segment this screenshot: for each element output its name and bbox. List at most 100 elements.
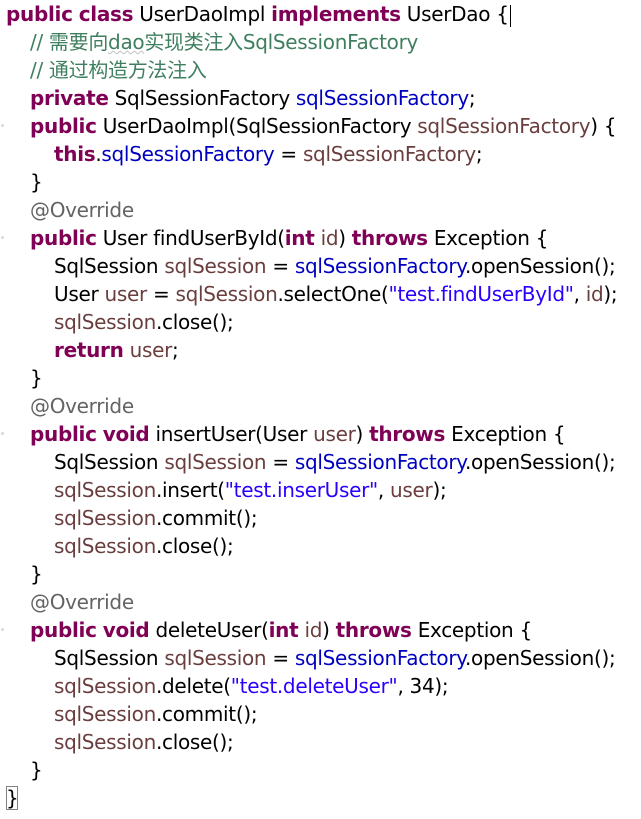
- code-token: .openSession();: [464, 254, 616, 278]
- code-token: sqlSession: [175, 282, 278, 306]
- code-token: ): [338, 226, 352, 250]
- code-token: "test.deleteUser": [230, 674, 398, 698]
- code-line[interactable]: public class UserDaoImpl implements User…: [0, 0, 511, 28]
- code-line[interactable]: }: [0, 364, 43, 392]
- code-token: public: [6, 2, 73, 26]
- code-line[interactable]: public void deleteUser(int id) throws Ex…: [0, 616, 532, 644]
- code-token: // 通过构造方法注入: [30, 58, 207, 82]
- code-token: sqlSession: [54, 478, 156, 502]
- gutter-marker-icon: [1, 628, 4, 631]
- code-line[interactable]: SqlSession sqlSession = sqlSessionFactor…: [0, 252, 616, 280]
- code-token: dao: [108, 30, 145, 54]
- code-line[interactable]: sqlSession.close();: [0, 308, 234, 336]
- code-line[interactable]: }: [0, 756, 43, 784]
- code-token: }: [30, 170, 43, 194]
- code-token: sqlSessionFactory: [417, 114, 591, 138]
- code-line[interactable]: User user = sqlSession.selectOne("test.f…: [0, 280, 618, 308]
- code-line[interactable]: sqlSession.commit();: [0, 700, 258, 728]
- code-line[interactable]: SqlSession sqlSession = sqlSessionFactor…: [0, 448, 616, 476]
- code-token: sqlSessionFactory: [302, 142, 476, 166]
- code-line[interactable]: // 通过构造方法注入: [0, 56, 207, 84]
- code-token: UserDaoImpl: [133, 2, 272, 26]
- code-token: SqlSessionFactory: [108, 86, 296, 110]
- code-token: .openSession();: [464, 646, 616, 670]
- code-token: public: [30, 422, 97, 446]
- code-token: void: [102, 618, 150, 642]
- code-token: deleteUser(: [149, 618, 269, 642]
- code-token: Exception {: [445, 422, 566, 446]
- code-token: SqlSession: [54, 254, 165, 278]
- code-line[interactable]: sqlSession.delete("test.deleteUser", 34)…: [0, 672, 449, 700]
- code-token: ;: [475, 142, 483, 166]
- code-token: @Override: [30, 394, 134, 418]
- code-line[interactable]: SqlSession sqlSession = sqlSessionFactor…: [0, 644, 616, 672]
- code-line[interactable]: @Override: [0, 392, 134, 420]
- code-token: class: [78, 2, 134, 26]
- code-token: =: [266, 450, 295, 474]
- code-token: public: [30, 226, 97, 250]
- code-token: }: [30, 562, 43, 586]
- gutter-marker-icon: [1, 124, 4, 127]
- code-token: sqlSession: [54, 674, 156, 698]
- code-line[interactable]: private SqlSessionFactory sqlSessionFact…: [0, 84, 476, 112]
- code-token: throws: [351, 226, 428, 250]
- code-token: sqlSession: [54, 702, 156, 726]
- code-token: sqlSession: [54, 310, 156, 334]
- code-line[interactable]: }: [0, 784, 19, 812]
- code-token: public: [30, 114, 97, 138]
- code-token: sqlSession: [164, 450, 267, 474]
- code-token: .close();: [155, 310, 234, 334]
- code-line[interactable]: public UserDaoImpl(SqlSessionFactory sql…: [0, 112, 617, 140]
- code-editor[interactable]: public class UserDaoImpl implements User…: [0, 0, 641, 819]
- code-token: SqlSession: [54, 646, 165, 670]
- code-token: ,: [377, 478, 391, 502]
- code-token: Exception {: [411, 618, 533, 642]
- code-token: UserDaoImpl(SqlSessionFactory: [96, 114, 418, 138]
- code-token: .close();: [155, 534, 234, 558]
- code-line[interactable]: sqlSession.close();: [0, 532, 234, 560]
- code-token: .commit();: [155, 506, 258, 530]
- code-token: sqlSession: [54, 534, 156, 558]
- code-token: implements: [271, 2, 401, 26]
- code-token: user: [313, 422, 356, 446]
- code-line[interactable]: public User findUserById(int id) throws …: [0, 224, 548, 252]
- code-token: id: [304, 618, 323, 642]
- code-token: @Override: [30, 590, 134, 614]
- code-token: sqlSessionFactory: [295, 86, 469, 110]
- code-line[interactable]: // 需要向dao实现类注入SqlSessionFactory: [0, 28, 418, 56]
- code-line[interactable]: sqlSession.close();: [0, 728, 234, 756]
- code-token: );: [603, 282, 618, 306]
- code-token: ;: [172, 338, 179, 362]
- code-line[interactable]: }: [0, 168, 43, 196]
- code-line[interactable]: this.sqlSessionFactory = sqlSessionFacto…: [0, 140, 483, 168]
- code-token: sqlSessionFactory: [294, 646, 465, 670]
- code-token: SqlSession: [54, 450, 165, 474]
- code-token: void: [102, 422, 150, 446]
- code-line[interactable]: @Override: [0, 588, 134, 616]
- code-token: public: [30, 618, 97, 642]
- code-token: }: [30, 758, 43, 782]
- code-token: int: [268, 618, 299, 642]
- code-line[interactable]: public void insertUser(User user) throws…: [0, 420, 566, 448]
- code-token: @Override: [30, 198, 134, 222]
- code-token: sqlSessionFactory: [101, 142, 275, 166]
- code-line[interactable]: @Override: [0, 196, 134, 224]
- code-token: user: [390, 478, 433, 502]
- code-token: =: [266, 254, 295, 278]
- code-line[interactable]: sqlSession.insert("test.inserUser", user…: [0, 476, 447, 504]
- gutter-marker-icon: [1, 432, 4, 435]
- code-token: .insert(: [155, 478, 225, 502]
- code-token: );: [432, 478, 447, 502]
- code-line[interactable]: return user;: [0, 336, 179, 364]
- code-line[interactable]: }: [0, 560, 43, 588]
- code-token: .commit();: [155, 702, 258, 726]
- code-token: ): [355, 422, 370, 446]
- code-token: , 34);: [397, 674, 449, 698]
- code-token: User: [54, 282, 105, 306]
- code-line[interactable]: sqlSession.commit();: [0, 504, 258, 532]
- code-token: =: [266, 646, 295, 670]
- code-token: ,: [573, 282, 586, 306]
- code-token: int: [284, 226, 315, 250]
- code-token: "test.findUserById": [388, 282, 574, 306]
- text-caret: [509, 4, 511, 27]
